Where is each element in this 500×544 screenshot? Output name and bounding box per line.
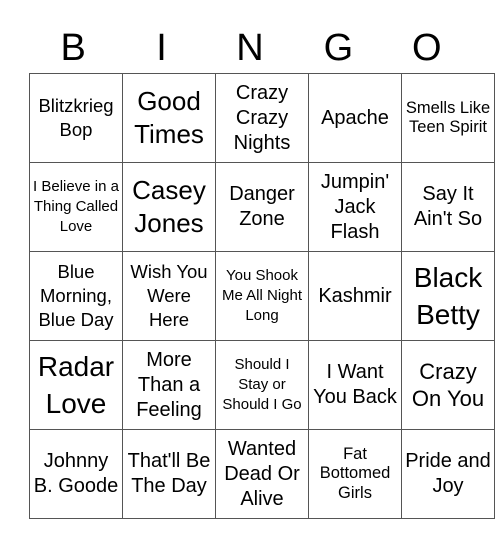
bingo-cell[interactable]: Say It Ain't So bbox=[401, 162, 495, 252]
bingo-header: B I N G O bbox=[29, 24, 471, 72]
bingo-cell[interactable]: Crazy On You bbox=[401, 340, 495, 430]
bingo-cell[interactable]: Pride and Joy bbox=[401, 429, 495, 519]
bingo-grid: Blitzkrieg Bop Good Times Crazy Crazy Ni… bbox=[29, 73, 495, 519]
bingo-cell[interactable]: More Than a Feeling bbox=[122, 340, 216, 430]
bingo-cell[interactable]: Black Betty bbox=[401, 251, 495, 341]
bingo-cell[interactable]: Jumpin' Jack Flash bbox=[308, 162, 402, 252]
bingo-cell[interactable]: Casey Jones bbox=[122, 162, 216, 252]
bingo-cell[interactable]: That'll Be The Day bbox=[122, 429, 216, 519]
bingo-cell[interactable]: Wanted Dead Or Alive bbox=[215, 429, 309, 519]
bingo-cell[interactable]: Apache bbox=[308, 73, 402, 163]
bingo-cell[interactable]: Smells Like Teen Spirit bbox=[401, 73, 495, 163]
bingo-cell[interactable]: I Want You Back bbox=[308, 340, 402, 430]
grid-row: I Believe in a Thing Called Love Casey J… bbox=[29, 162, 495, 252]
bingo-cell[interactable]: Johnny B. Goode bbox=[29, 429, 123, 519]
bingo-cell[interactable]: I Believe in a Thing Called Love bbox=[29, 162, 123, 252]
bingo-cell[interactable]: Crazy Crazy Nights bbox=[215, 73, 309, 163]
bingo-cell[interactable]: Good Times bbox=[122, 73, 216, 163]
header-letter-i: I bbox=[156, 27, 167, 69]
bingo-cell[interactable]: Fat Bottomed Girls bbox=[308, 429, 402, 519]
bingo-cell[interactable]: Danger Zone bbox=[215, 162, 309, 252]
bingo-cell[interactable]: Blitzkrieg Bop bbox=[29, 73, 123, 163]
grid-row: Blue Morning, Blue Day Wish You Were Her… bbox=[29, 251, 495, 341]
header-letter-b: B bbox=[60, 27, 86, 69]
header-letter-o: O bbox=[411, 27, 442, 69]
bingo-cell[interactable]: Wish You Were Here bbox=[122, 251, 216, 341]
header-letter-n: N bbox=[236, 27, 264, 69]
bingo-cell[interactable]: Kashmir bbox=[308, 251, 402, 341]
bingo-cell[interactable]: You Shook Me All Night Long bbox=[215, 251, 309, 341]
header-letter-g: G bbox=[323, 27, 354, 69]
bingo-cell[interactable]: Should I Stay or Should I Go bbox=[215, 340, 309, 430]
bingo-cell[interactable]: Radar Love bbox=[29, 340, 123, 430]
grid-row: Blitzkrieg Bop Good Times Crazy Crazy Ni… bbox=[29, 73, 495, 163]
grid-row: Johnny B. Goode That'll Be The Day Wante… bbox=[29, 429, 495, 519]
grid-row: Radar Love More Than a Feeling Should I … bbox=[29, 340, 495, 430]
bingo-cell[interactable]: Blue Morning, Blue Day bbox=[29, 251, 123, 341]
